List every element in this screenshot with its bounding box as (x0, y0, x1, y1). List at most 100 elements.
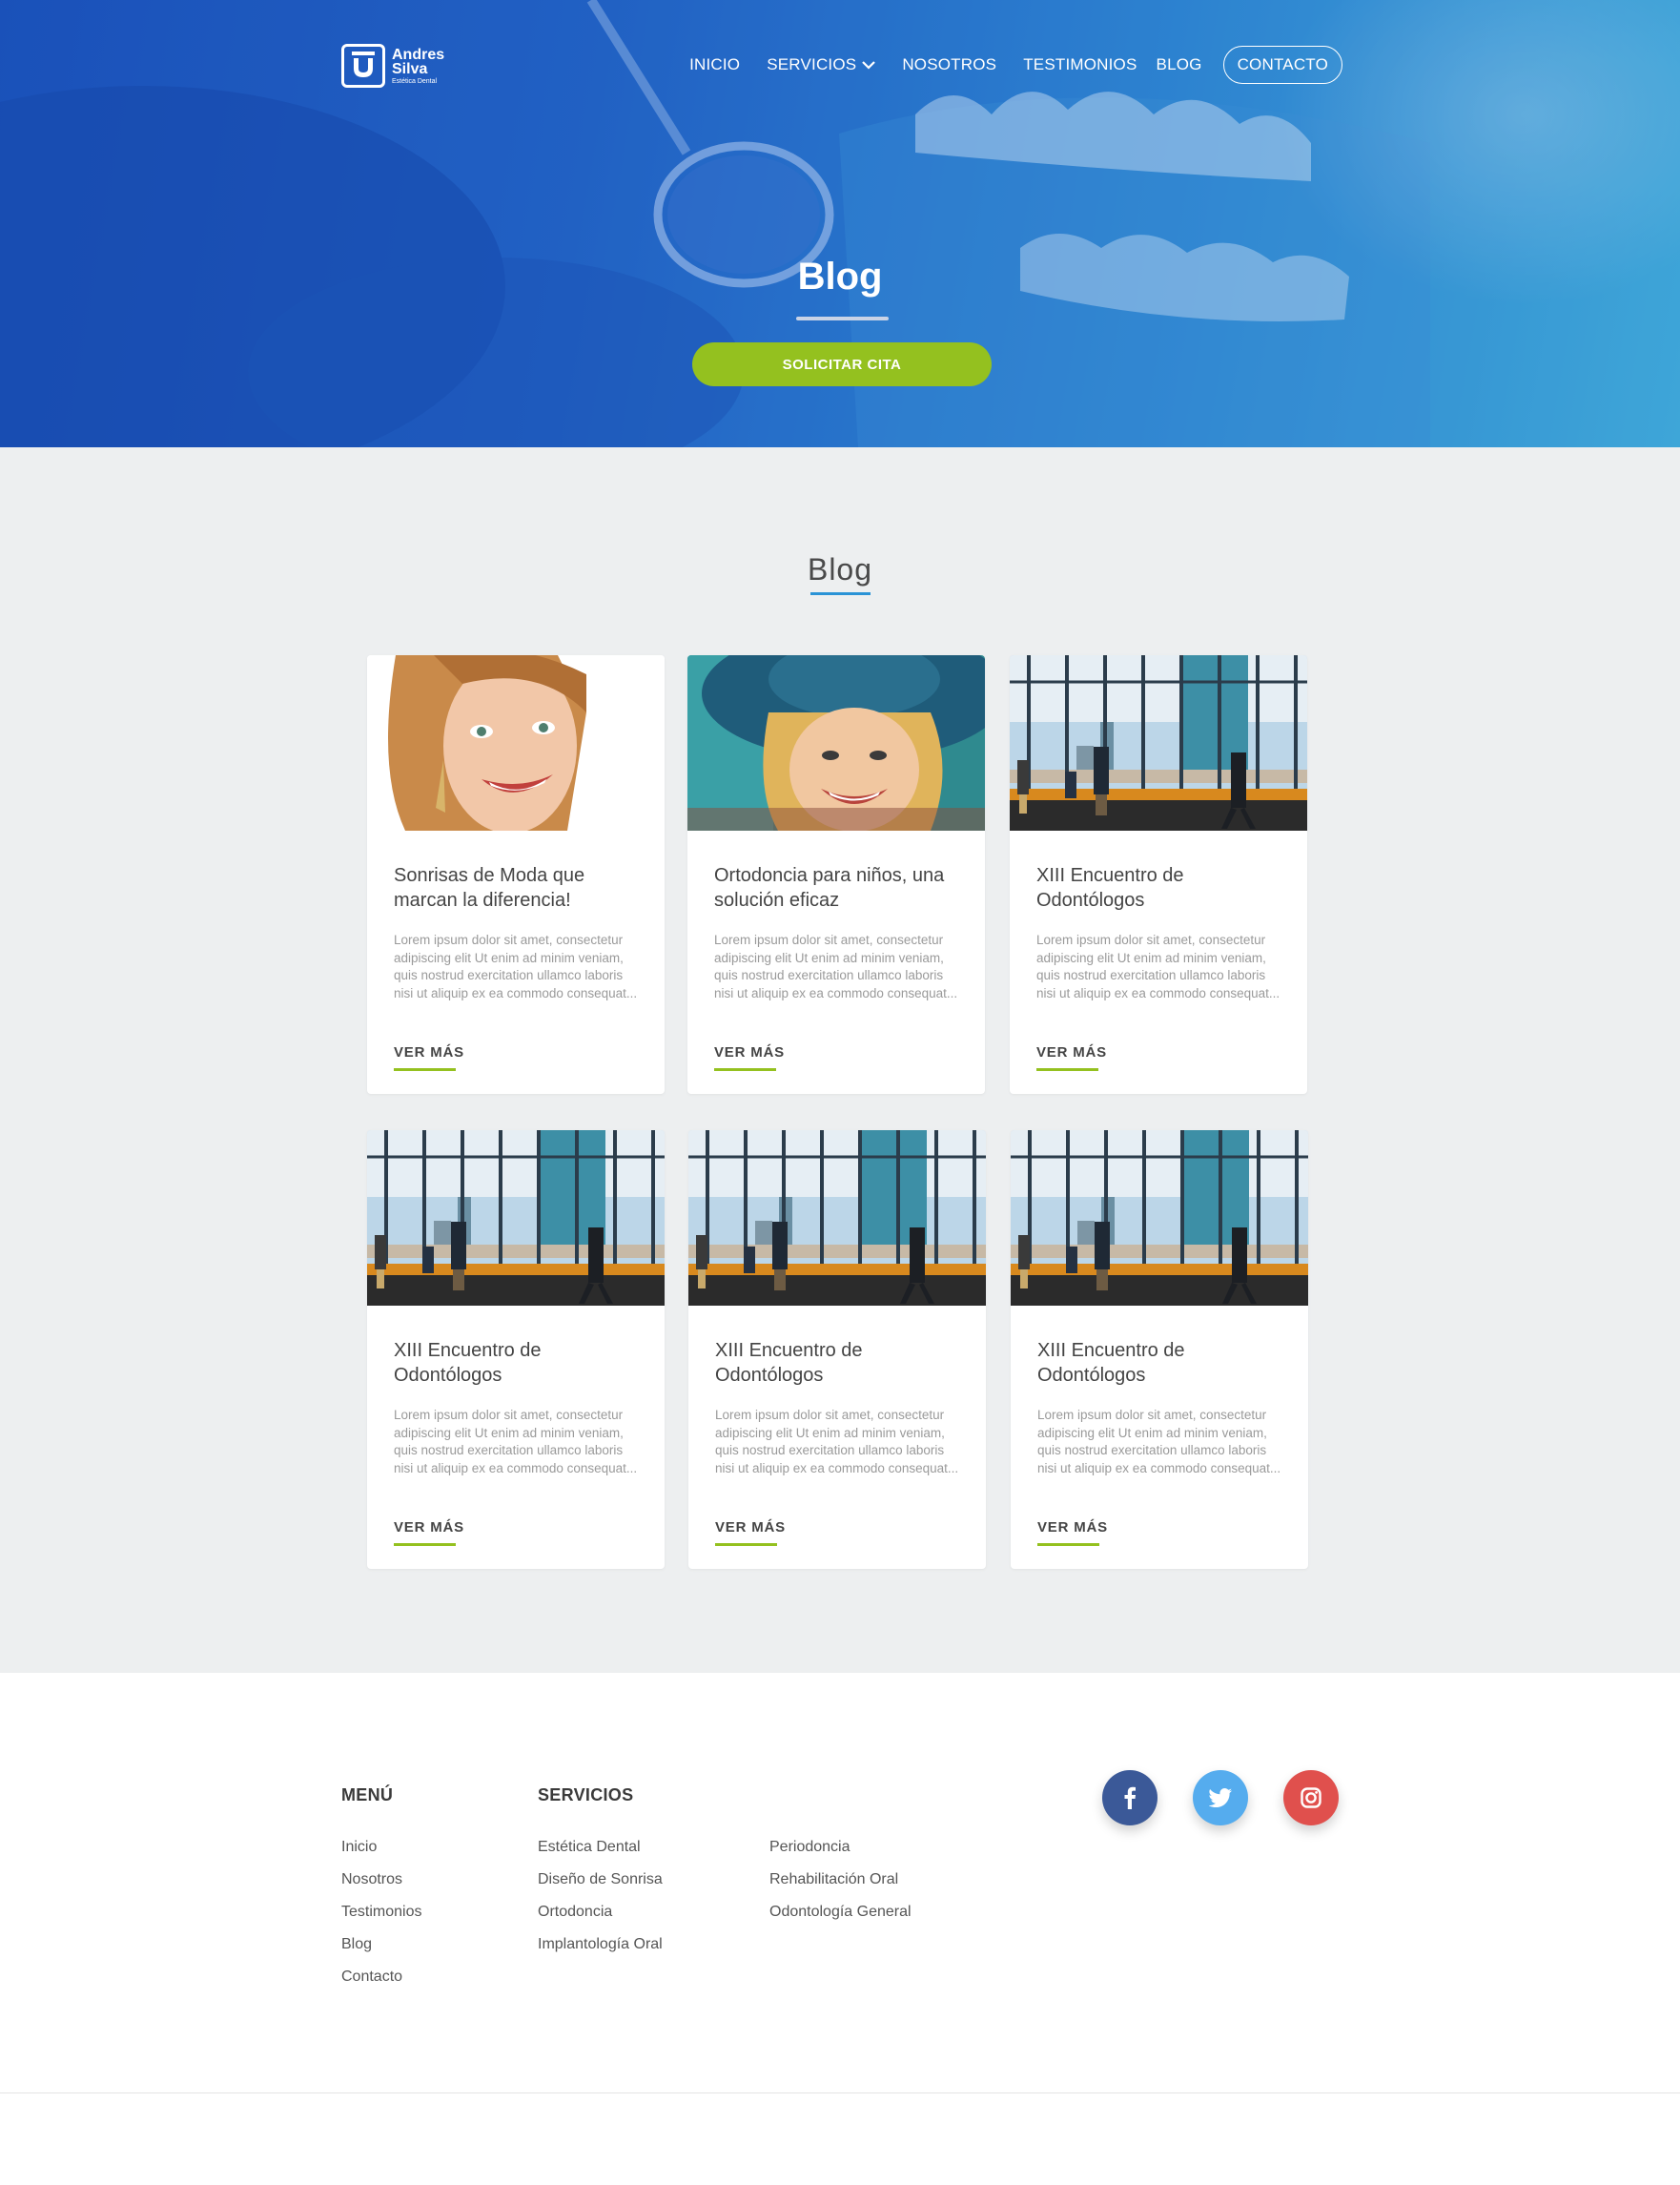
blog-card-image-deck[interactable] (1010, 655, 1307, 831)
blog-card-excerpt: Lorem ipsum dolor sit amet, consectetur … (394, 933, 638, 1000)
nav-contacto-button[interactable]: CONTACTO (1222, 46, 1342, 84)
ver-mas-underline (1036, 1068, 1098, 1071)
ver-mas-link[interactable]: VER MÁS (394, 1044, 464, 1071)
main-menu: INICIO SERVICIOS NOSOTROS TESTIMONIOS BL… (663, 46, 1342, 84)
facebook-button[interactable] (1102, 1770, 1158, 1825)
ver-mas-link[interactable]: VER MÁS (394, 1519, 464, 1546)
observation-deck-image (367, 1130, 665, 1306)
footer-services-column-2: Periodoncia Rehabilitación Oral Odontolo… (769, 1785, 912, 1935)
footer-link-testimonios[interactable]: Testimonios (341, 1903, 421, 1922)
footer-link-periodoncia[interactable]: Periodoncia (769, 1838, 912, 1857)
footer-divider (0, 2092, 1680, 2093)
twitter-button[interactable] (1193, 1770, 1248, 1825)
footer-link-contacto[interactable]: Contacto (341, 1968, 421, 1987)
nav-testimonios-label: TESTIMONIOS (1023, 55, 1137, 73)
footer-link-odontologia-general[interactable]: Odontología General (769, 1903, 912, 1922)
blog-card-excerpt: Lorem ipsum dolor sit amet, consectetur … (714, 933, 958, 1000)
logo-name-line1: Andres (392, 46, 445, 63)
footer-link-diseno-sonrisa[interactable]: Diseño de Sonrisa (538, 1870, 663, 1889)
solicitar-cita-button[interactable]: SOLICITAR CITA (692, 342, 992, 386)
ver-mas-underline (1037, 1543, 1099, 1546)
hero-banner: Andres Silva Estética Dental INICIO SERV… (0, 0, 1680, 447)
blog-card-title[interactable]: Ortodoncia para niños, una solución efic… (714, 863, 958, 913)
ver-mas-label: VER MÁS (715, 1519, 786, 1536)
observation-deck-image (688, 1130, 986, 1306)
nav-nosotros[interactable]: NOSOTROS (902, 55, 996, 74)
blog-card-image-deck[interactable] (1011, 1130, 1308, 1306)
hero-title: Blog (797, 256, 883, 298)
child-smiling-hat-image (687, 655, 985, 831)
blog-card-image-deck[interactable] (688, 1130, 986, 1306)
ver-mas-label: VER MÁS (394, 1044, 464, 1061)
blog-card-image-child[interactable] (687, 655, 985, 831)
logo-tagline: Estética Dental (392, 77, 438, 85)
ver-mas-link[interactable]: VER MÁS (714, 1044, 785, 1071)
blog-card-title[interactable]: XIII Encuentro de Odontólogos (394, 1338, 638, 1388)
footer-link-rehabilitacion-oral[interactable]: Rehabilitación Oral (769, 1870, 912, 1889)
twitter-icon (1209, 1788, 1232, 1807)
nav-contacto-label: CONTACTO (1237, 55, 1328, 73)
footer-link-nosotros[interactable]: Nosotros (341, 1870, 421, 1889)
blog-card-excerpt: Lorem ipsum dolor sit amet, consectetur … (1037, 1408, 1281, 1475)
blog-card-title[interactable]: XIII Encuentro de Odontólogos (715, 1338, 959, 1388)
ver-mas-underline (394, 1543, 456, 1546)
blog-card-title[interactable]: Sonrisas de Moda que marcan la diferenci… (394, 863, 638, 913)
footer-services-heading: SERVICIOS (538, 1785, 634, 1804)
blog-card[interactable]: XIII Encuentro de Odontólogos Lorem ipsu… (1011, 1130, 1308, 1569)
footer-menu-heading: MENÚ (341, 1785, 394, 1804)
footer-link-implantologia[interactable]: Implantología Oral (538, 1935, 663, 1954)
blog-card-image-woman[interactable] (367, 655, 665, 831)
blog-card-excerpt: Lorem ipsum dolor sit amet, consectetur … (394, 1408, 638, 1475)
blog-card[interactable]: Ortodoncia para niños, una solución efic… (687, 655, 985, 1094)
ver-mas-link[interactable]: VER MÁS (1037, 1519, 1108, 1546)
ver-mas-label: VER MÁS (394, 1519, 464, 1536)
blog-card[interactable]: XIII Encuentro de Odontólogos Lorem ipsu… (688, 1130, 986, 1569)
blog-card[interactable]: XIII Encuentro de Odontólogos Lorem ipsu… (367, 1130, 665, 1569)
logo-text: Andres Silva Estética Dental (392, 46, 445, 85)
footer-link-estetica-dental[interactable]: Estética Dental (538, 1838, 663, 1857)
blog-card-excerpt: Lorem ipsum dolor sit amet, consectetur … (715, 1408, 959, 1475)
section-title: Blog (807, 552, 873, 587)
nav-blog[interactable]: BLOG (1157, 55, 1202, 74)
ver-mas-link[interactable]: VER MÁS (715, 1519, 786, 1546)
footer-services-list-2: Periodoncia Rehabilitación Oral Odontolo… (769, 1838, 912, 1922)
hero-title-underline (796, 317, 889, 320)
instagram-button[interactable] (1283, 1770, 1339, 1825)
chevron-down-icon (862, 60, 876, 70)
ver-mas-underline (715, 1543, 777, 1546)
blog-card[interactable]: XIII Encuentro de Odontólogos Lorem ipsu… (1010, 655, 1307, 1094)
instagram-icon (1301, 1787, 1321, 1808)
blog-card-excerpt: Lorem ipsum dolor sit amet, consectetur … (1036, 933, 1280, 1000)
ver-mas-link[interactable]: VER MÁS (1036, 1044, 1107, 1071)
observation-deck-image (1010, 655, 1307, 831)
site-footer: MENÚ Inicio Nosotros Testimonios Blog Co… (0, 1673, 1680, 2185)
blog-section: Blog Sonrisas de Moda que marcan la dife… (0, 447, 1680, 1673)
blog-card-title[interactable]: XIII Encuentro de Odontólogos (1037, 1338, 1281, 1388)
nav-testimonios[interactable]: TESTIMONIOS (1023, 55, 1137, 74)
footer-link-ortodoncia[interactable]: Ortodoncia (538, 1903, 663, 1922)
brand-logo[interactable]: Andres Silva Estética Dental (341, 42, 456, 90)
logo-name-line2: Silva (392, 60, 428, 77)
blog-card[interactable]: Sonrisas de Moda que marcan la diferenci… (367, 655, 665, 1094)
footer-services-list: Estética Dental Diseño de Sonrisa Ortodo… (538, 1838, 663, 1954)
footer-services-column: SERVICIOS Estética Dental Diseño de Sonr… (538, 1785, 663, 1968)
logo-mark-icon (341, 44, 385, 88)
woman-smiling-image (367, 655, 665, 831)
ver-mas-label: VER MÁS (1037, 1519, 1108, 1536)
observation-deck-image (1011, 1130, 1308, 1306)
top-navigation: Andres Silva Estética Dental INICIO SERV… (341, 42, 1342, 90)
footer-link-blog[interactable]: Blog (341, 1935, 421, 1954)
ver-mas-underline (394, 1068, 456, 1071)
footer-menu-list: Inicio Nosotros Testimonios Blog Contact… (341, 1838, 421, 1987)
footer-link-inicio[interactable]: Inicio (341, 1838, 421, 1857)
nav-inicio[interactable]: INICIO (689, 55, 740, 74)
nav-servicios[interactable]: SERVICIOS (767, 55, 876, 74)
ver-mas-label: VER MÁS (714, 1044, 785, 1061)
blog-card-image-deck[interactable] (367, 1130, 665, 1306)
footer-menu-column: MENÚ Inicio Nosotros Testimonios Blog Co… (341, 1785, 421, 2000)
nav-servicios-label: SERVICIOS (767, 55, 857, 73)
blog-card-title[interactable]: XIII Encuentro de Odontólogos (1036, 863, 1280, 913)
nav-blog-label: BLOG (1156, 55, 1202, 73)
ver-mas-label: VER MÁS (1036, 1044, 1107, 1061)
facebook-icon (1124, 1786, 1136, 1809)
